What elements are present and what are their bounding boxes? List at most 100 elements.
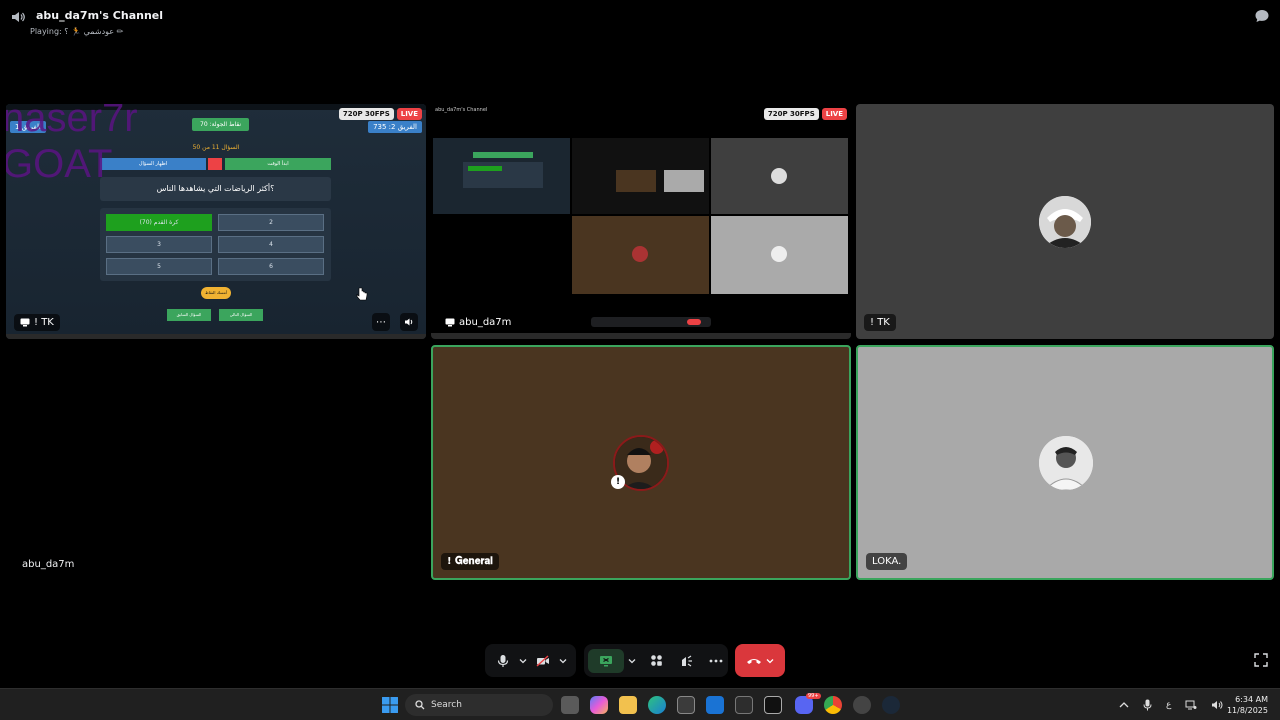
live-badge: LIVE: [821, 108, 847, 120]
nested-control-bar: [591, 317, 711, 327]
clock-date: 11/8/2025: [1226, 706, 1268, 715]
speaker-icon[interactable]: [10, 9, 26, 25]
microphone-icon: [497, 654, 509, 667]
avatar: [1039, 196, 1091, 248]
status-badge: !: [611, 475, 625, 489]
network-icon[interactable]: [1185, 700, 1197, 710]
mouse-cursor-icon: [356, 287, 368, 301]
store-icon[interactable]: [677, 696, 695, 714]
stream-tile-tk[interactable]: نقاط الجولة: 70 الفريق 1 الفريق 2: 735 ا…: [6, 104, 426, 339]
chevron-up-icon[interactable]: [1119, 702, 1129, 708]
user-name-tag: abu_da7m: [439, 314, 518, 331]
ellipsis-icon: [709, 659, 723, 662]
answers-panel: كرة القدم (70) 2 3 4 5 6: [100, 208, 331, 281]
avatar-image: [1039, 436, 1093, 490]
app-icon[interactable]: [735, 696, 753, 714]
nested-stream-tile: [572, 138, 709, 214]
camera-button[interactable]: [531, 649, 555, 673]
input-language-indicator[interactable]: ع: [1166, 700, 1171, 710]
taskbar-search[interactable]: Search: [405, 694, 553, 716]
chevron-down-icon: [628, 658, 636, 663]
chat-icon[interactable]: [1254, 8, 1270, 24]
overlay-text-line2: GOAT: [6, 142, 113, 186]
answer-5: 5: [106, 258, 212, 275]
activity-status: Playing: ‎‏عودشمي‏ 🏃 ؟ ✏: [30, 27, 124, 36]
stream-tile-abu[interactable]: abu_da7m's Channel 720P 30FPS LIVE abu_d…: [431, 104, 851, 339]
hold-points-button: أمسك النقاط: [201, 287, 231, 299]
channel-title: abu_da7m's Channel: [36, 9, 164, 22]
quality-badge: 720P 30FPS: [763, 108, 819, 120]
fullscreen-icon[interactable]: [1254, 653, 1268, 667]
user-name: ! 𝐆𝐞𝐧𝐞𝐫𝐚𝐥: [447, 556, 493, 567]
mic-camera-group: [485, 644, 576, 677]
answer-3: 3: [106, 236, 212, 253]
avatar: [1039, 436, 1093, 490]
edge-icon[interactable]: [648, 696, 666, 714]
stream-volume-button[interactable]: [400, 313, 418, 331]
screen-share-button[interactable]: [588, 648, 624, 673]
user-tile-abu[interactable]: abu_da7m: [6, 345, 426, 580]
soundboard-icon: [682, 655, 692, 666]
more-options-button[interactable]: ⋯: [372, 313, 390, 331]
activities-icon: [650, 655, 662, 666]
avatar-image: [1039, 196, 1091, 248]
volume-icon[interactable]: [1211, 700, 1223, 710]
team-2-label: الفريق 2: 735: [368, 121, 422, 133]
screen-share-icon: [20, 318, 30, 327]
microphone-button[interactable]: [491, 649, 515, 673]
microphone-icon[interactable]: [1143, 699, 1152, 711]
steam-icon[interactable]: [882, 696, 900, 714]
user-name-tag: LOKA.: [866, 553, 908, 570]
ctrl-app-icon[interactable]: [764, 696, 782, 714]
chevron-down-icon: [559, 658, 567, 663]
user-tile-general[interactable]: ! ! 𝐆𝐞𝐧𝐞𝐫𝐚𝐥: [431, 345, 851, 580]
streamed-taskbar: [6, 334, 426, 339]
outlook-icon[interactable]: [706, 696, 724, 714]
user-tile-loka[interactable]: LOKA.: [856, 345, 1274, 580]
answer-6: 6: [218, 258, 324, 275]
volume-icon: [405, 318, 413, 326]
soundboard-button[interactable]: [674, 649, 698, 673]
discord-badge: 99+: [806, 693, 821, 699]
app-icon[interactable]: [853, 696, 871, 714]
stream-badges: 720P 30FPS LIVE: [338, 108, 422, 120]
hang-up-icon: [747, 658, 761, 664]
user-name: abu_da7m: [459, 317, 512, 328]
user-name: ! TK: [870, 317, 890, 328]
nested-quiz-tile: [433, 138, 570, 214]
windows-start-icon[interactable]: [381, 696, 399, 714]
nested-general-tile: [572, 216, 709, 294]
chrome-icon[interactable]: [824, 696, 842, 714]
live-badge: LIVE: [396, 108, 422, 120]
user-name: LOKA.: [872, 556, 902, 567]
nested-tk-tile: [711, 138, 848, 214]
question-text: ؟أكثر الرياضات التي يشاهدها الناس: [100, 177, 331, 201]
clock[interactable]: 6:34 AM 11/8/2025: [1227, 694, 1268, 716]
start-timer-bar: ابدأ الوقت: [225, 158, 331, 170]
user-tile-tk[interactable]: ! TK: [856, 104, 1274, 339]
screen-share-icon: [445, 318, 455, 327]
quality-badge: 720P 30FPS: [338, 108, 394, 120]
task-view-icon[interactable]: [561, 696, 579, 714]
user-name-tag: ! TK: [14, 314, 60, 331]
windows-taskbar: Search 99+ ع 6:34 AM 11/8/2025: [0, 688, 1280, 720]
answer-1: كرة القدم (70): [106, 214, 212, 231]
copilot-icon[interactable]: [590, 696, 608, 714]
chevron-down-icon: [519, 658, 527, 663]
next-question-button: السؤال التالي: [219, 309, 263, 321]
file-explorer-icon[interactable]: [619, 696, 637, 714]
mic-options-chevron[interactable]: [515, 649, 531, 673]
more-button[interactable]: [704, 649, 728, 673]
nested-loka-tile: [711, 216, 848, 294]
activities-button[interactable]: [644, 649, 668, 673]
user-name: abu_da7m: [22, 559, 75, 570]
disconnect-button[interactable]: [735, 644, 785, 677]
share-options-chevron[interactable]: [624, 649, 640, 673]
activity-controls-group: [584, 644, 728, 677]
nested-taskbar: [431, 333, 851, 339]
camera-options-chevron[interactable]: [555, 649, 571, 673]
clock-time: 6:34 AM: [1235, 695, 1268, 704]
stream-badges: 720P 30FPS LIVE: [763, 108, 847, 120]
red-indicator: [208, 158, 222, 170]
answer-4: 4: [218, 236, 324, 253]
